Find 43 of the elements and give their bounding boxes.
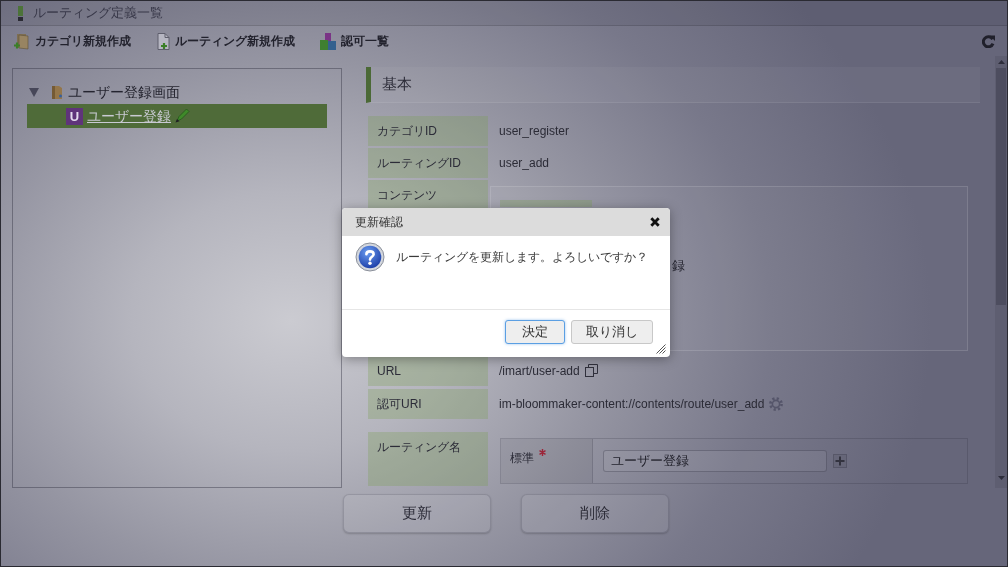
settings-icon[interactable]	[769, 397, 784, 411]
url-value: /imart/user-add	[499, 363, 580, 379]
copy-icon[interactable]	[584, 364, 598, 377]
toolbar-button[interactable]: ルーティング新規作成	[156, 32, 295, 50]
dialog-button[interactable]: 取り消し	[571, 320, 653, 344]
scroll-up-icon[interactable]	[997, 60, 1005, 64]
page-add-icon	[156, 32, 170, 50]
field-value: user_register	[499, 123, 570, 139]
route-badge: U	[66, 107, 83, 125]
scrollbar[interactable]	[995, 56, 1007, 488]
dialog-title: 更新確認	[355, 215, 403, 229]
folder-add-icon	[14, 32, 30, 50]
locale-label: 標準	[510, 451, 534, 465]
field-label: カテゴリID	[368, 116, 488, 146]
scroll-down-icon[interactable]	[997, 476, 1005, 480]
tree-item[interactable]: U ユーザー登録	[27, 104, 327, 128]
toolbar-button[interactable]: カテゴリ新規作成	[14, 32, 131, 50]
content-text: 録	[672, 258, 685, 274]
field-value: user_add	[499, 155, 550, 171]
refresh-icon[interactable]	[982, 34, 995, 48]
blocks-icon	[320, 32, 336, 50]
field-label: ルーティングID	[368, 148, 488, 178]
toolbar-button[interactable]: 認可一覧	[320, 32, 389, 50]
folder-icon	[51, 84, 63, 100]
resize-grip-icon[interactable]	[656, 344, 666, 354]
field-label: 認可URI	[368, 389, 488, 419]
bar-icon	[18, 5, 23, 21]
uri-value: im-bloommaker-content://contents/route/user_add	[499, 396, 765, 412]
dialog-button[interactable]: 決定	[505, 320, 565, 344]
action-button[interactable]: 更新	[343, 494, 491, 533]
field-label: URL	[368, 356, 488, 386]
scrollbar-thumb[interactable]	[996, 68, 1006, 305]
caret-down-icon[interactable]	[29, 87, 39, 97]
action-button[interactable]: 削除	[521, 494, 669, 533]
section-header: 基本	[366, 67, 980, 103]
pencil-icon[interactable]	[174, 108, 190, 124]
dialog-message: ルーティングを更新します。よろしいですか？	[396, 249, 648, 266]
tree-item[interactable]: ユーザー登録画面	[27, 80, 180, 104]
plus-icon	[835, 456, 845, 466]
question-icon	[355, 242, 385, 272]
close-icon[interactable]	[650, 217, 660, 227]
add-button[interactable]	[833, 454, 847, 468]
field-label: ルーティング名	[368, 432, 488, 486]
